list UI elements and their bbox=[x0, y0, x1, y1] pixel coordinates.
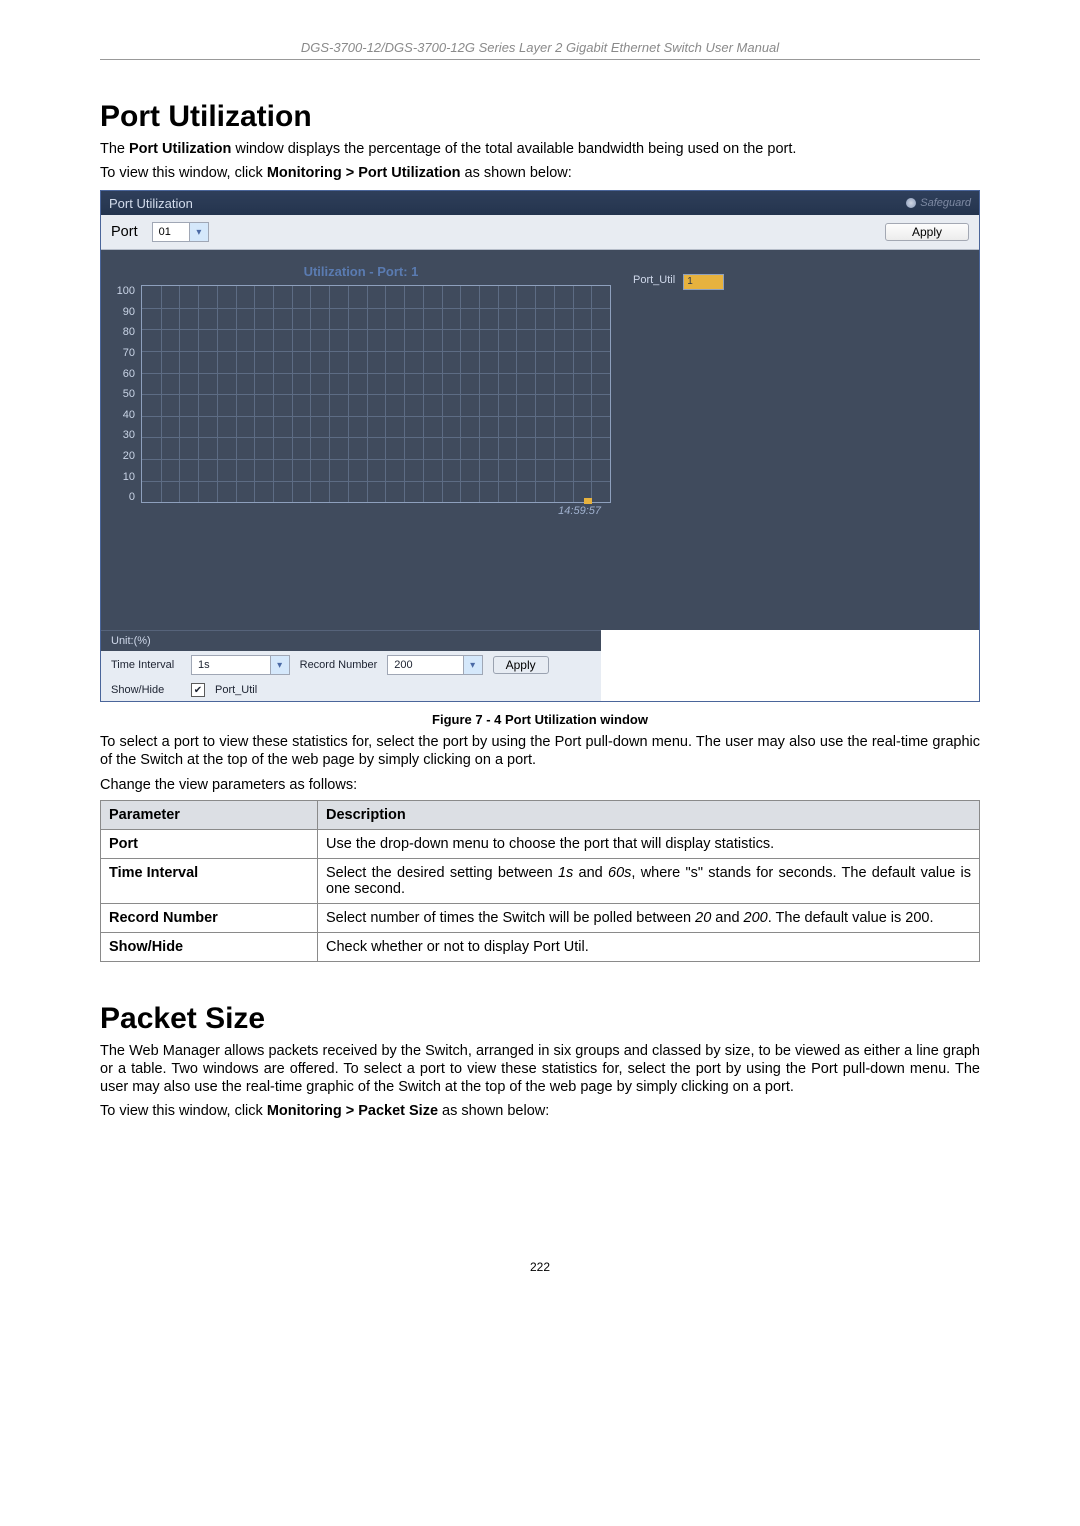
y-tick: 40 bbox=[111, 409, 135, 421]
port-util-checkbox[interactable]: ✔ bbox=[191, 683, 205, 697]
y-tick: 70 bbox=[111, 347, 135, 359]
table-header-row: Parameter Description bbox=[101, 800, 980, 829]
y-tick: 30 bbox=[111, 429, 135, 441]
unit-row: Unit:(%) bbox=[101, 630, 601, 651]
section-packet-size-title: Packet Size bbox=[100, 1002, 980, 1036]
safeguard-label: Safeguard bbox=[906, 197, 971, 209]
nav-pre: To view this window, click bbox=[100, 165, 267, 181]
col-parameter: Parameter bbox=[101, 800, 318, 829]
y-tick: 50 bbox=[111, 388, 135, 400]
intro-paragraph: The Port Utilization window displays the… bbox=[100, 140, 980, 158]
time-interval-value: 1s bbox=[192, 659, 270, 671]
nav-paragraph: To view this window, click Monitoring > … bbox=[100, 164, 980, 182]
table-row: Time Interval Select the desired setting… bbox=[101, 858, 980, 903]
param-desc: Use the drop-down menu to choose the por… bbox=[318, 829, 980, 858]
legend-label: Port_Util bbox=[633, 274, 675, 286]
record-number-label: Record Number bbox=[300, 659, 378, 671]
record-number-value: 200 bbox=[388, 659, 462, 671]
chevron-down-icon: ▾ bbox=[463, 656, 482, 674]
legend-value-box: 1 bbox=[683, 274, 724, 290]
param-desc: Select the desired setting between 1s an… bbox=[318, 858, 980, 903]
toolbar: Port 01 ▾ Apply bbox=[101, 215, 979, 250]
port-select-value: 01 bbox=[153, 226, 189, 238]
apply-button[interactable]: Apply bbox=[885, 223, 969, 241]
page-number: 222 bbox=[100, 1260, 980, 1274]
nav-post: as shown below: bbox=[461, 165, 572, 181]
param-desc: Select number of times the Switch will b… bbox=[318, 903, 980, 932]
safeguard-text: Safeguard bbox=[920, 197, 971, 209]
nav-bold: Monitoring > Packet Size bbox=[267, 1103, 438, 1119]
time-interval-select[interactable]: 1s ▾ bbox=[191, 655, 290, 675]
post-text-2: Change the view parameters as follows: bbox=[100, 776, 980, 794]
y-tick: 100 bbox=[111, 285, 135, 297]
chevron-down-icon: ▾ bbox=[270, 656, 289, 674]
window-body: Utilization - Port: 1 100 90 80 70 60 50… bbox=[101, 250, 979, 630]
port-label: Port bbox=[111, 224, 138, 240]
section-port-utilization-title: Port Utilization bbox=[100, 100, 980, 134]
chart-timestamp: 14:59:57 bbox=[111, 505, 611, 517]
port-select[interactable]: 01 ▾ bbox=[152, 222, 209, 242]
y-tick: 90 bbox=[111, 306, 135, 318]
safeguard-icon bbox=[906, 198, 916, 208]
chevron-down-icon: ▾ bbox=[189, 223, 208, 241]
post-text-1: To select a port to view these statistic… bbox=[100, 733, 980, 769]
param-desc: Check whether or not to display Port Uti… bbox=[318, 932, 980, 961]
controls-row-1: Time Interval 1s ▾ Record Number 200 ▾ A… bbox=[101, 651, 601, 679]
packet-size-body: The Web Manager allows packets received … bbox=[100, 1042, 980, 1096]
y-tick: 60 bbox=[111, 368, 135, 380]
intro-post: window displays the percentage of the to… bbox=[231, 141, 796, 157]
chart-grid bbox=[141, 285, 611, 503]
figure-caption: Figure 7 - 4 Port Utilization window bbox=[100, 712, 980, 727]
table-row: Show/Hide Check whether or not to displa… bbox=[101, 932, 980, 961]
time-interval-label: Time Interval bbox=[111, 659, 181, 671]
window-title: Port Utilization bbox=[109, 196, 193, 211]
chart-title: Utilization - Port: 1 bbox=[111, 264, 611, 279]
y-tick: 10 bbox=[111, 471, 135, 483]
apply-chart-button[interactable]: Apply bbox=[493, 656, 549, 674]
y-tick: 80 bbox=[111, 326, 135, 338]
controls-row-2: Show/Hide ✔ Port_Util bbox=[101, 679, 601, 701]
packet-size-nav: To view this window, click Monitoring > … bbox=[100, 1102, 980, 1120]
intro-bold: Port Utilization bbox=[129, 141, 231, 157]
nav-post: as shown below: bbox=[438, 1103, 549, 1119]
param-name: Record Number bbox=[101, 903, 318, 932]
chart-current-marker bbox=[584, 498, 592, 504]
show-hide-label: Show/Hide bbox=[111, 684, 181, 696]
window-titlebar: Port Utilization Safeguard bbox=[101, 191, 979, 215]
param-name: Show/Hide bbox=[101, 932, 318, 961]
nav-pre: To view this window, click bbox=[100, 1103, 267, 1119]
chart-panel: Utilization - Port: 1 100 90 80 70 60 50… bbox=[101, 250, 621, 630]
nav-bold: Monitoring > Port Utilization bbox=[267, 165, 461, 181]
parameter-table: Parameter Description Port Use the drop-… bbox=[100, 800, 980, 962]
doc-header: DGS-3700-12/DGS-3700-12G Series Layer 2 … bbox=[100, 40, 980, 60]
table-row: Port Use the drop-down menu to choose th… bbox=[101, 829, 980, 858]
record-number-select[interactable]: 200 ▾ bbox=[387, 655, 482, 675]
param-name: Port bbox=[101, 829, 318, 858]
utilization-chart: 100 90 80 70 60 50 40 30 20 10 0 bbox=[111, 285, 611, 503]
port-utilization-window: Port Utilization Safeguard Port 01 ▾ App… bbox=[100, 190, 980, 702]
y-axis: 100 90 80 70 60 50 40 30 20 10 0 bbox=[111, 285, 141, 503]
y-tick: 20 bbox=[111, 450, 135, 462]
table-row: Record Number Select number of times the… bbox=[101, 903, 980, 932]
intro-pre: The bbox=[100, 141, 129, 157]
chart-legend: Port_Util 1 bbox=[621, 250, 724, 630]
port-util-checkbox-label: Port_Util bbox=[215, 684, 257, 696]
param-name: Time Interval bbox=[101, 858, 318, 903]
y-tick: 0 bbox=[111, 491, 135, 503]
col-description: Description bbox=[318, 800, 980, 829]
